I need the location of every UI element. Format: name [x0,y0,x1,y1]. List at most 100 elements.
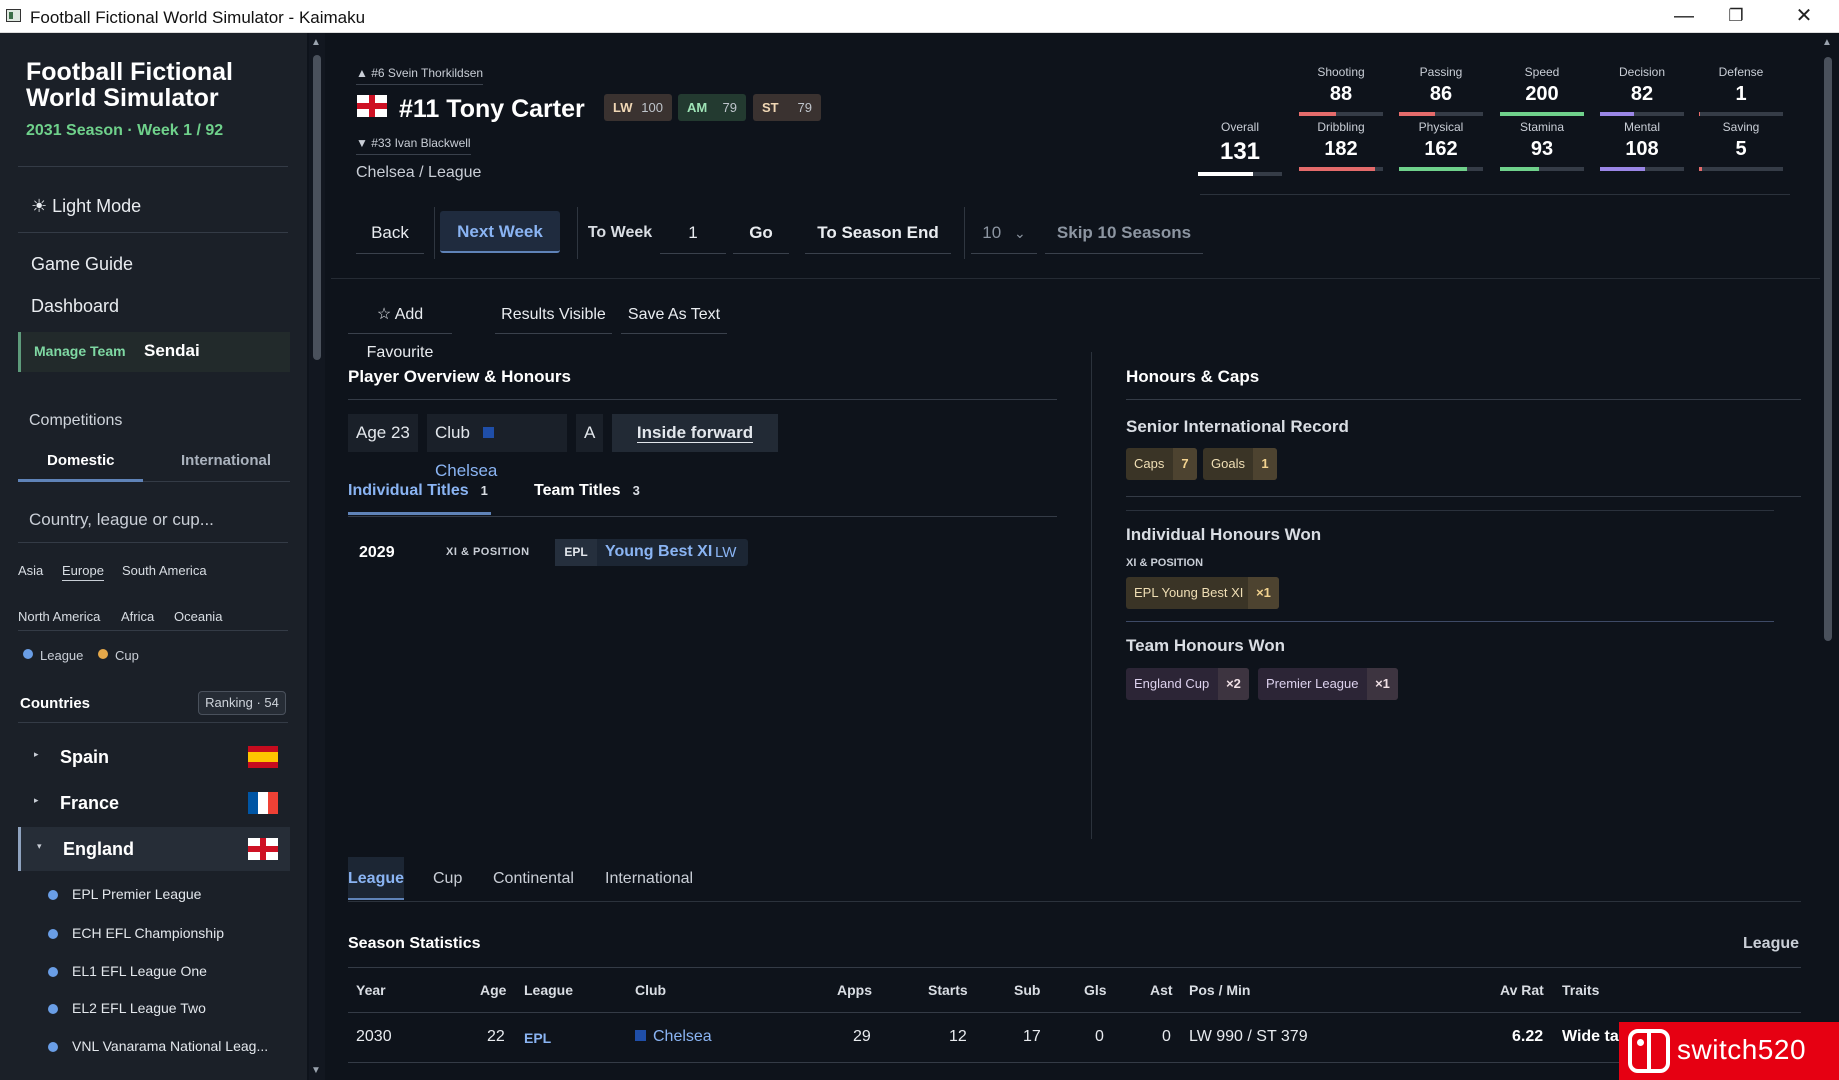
cup-dot-icon [98,649,108,659]
stat-value: 82 [1630,83,1654,105]
country-france[interactable]: ▸ France [18,781,290,825]
col-starts[interactable]: Starts [928,982,968,998]
tab-league[interactable]: League [348,857,404,900]
col-apps[interactable]: Apps [837,982,872,998]
close-icon[interactable]: ✕ [1774,0,1834,32]
app-icon [6,9,21,22]
stat-bar-fill [1699,112,1700,116]
scroll-down-icon[interactable]: ▼ [311,1065,321,1076]
cell-goals: 0 [1095,1028,1104,1045]
nav-dashboard[interactable]: Dashboard [31,296,119,317]
tab-domestic[interactable]: Domestic [47,452,115,469]
title-badge[interactable]: EPL Young Best XI LW [555,539,748,566]
tab-team-titles[interactable]: Team Titles 3 [534,482,640,500]
stat-label: Speed [1524,65,1560,79]
col-goals[interactable]: Gls [1084,982,1107,998]
skip-seasons-button[interactable]: Skip 10 Seasons [1045,212,1203,254]
previous-player-link[interactable]: ▲ #6 Svein Thorkildsen [356,66,484,85]
col-avg-rating[interactable]: Av Rat [1500,982,1544,998]
light-mode-toggle[interactable]: ☀ Light Mode [31,196,141,217]
region-south-america[interactable]: South America [122,563,207,578]
go-button[interactable]: Go [733,212,789,254]
cell-starts: 12 [949,1028,967,1045]
col-league[interactable]: League [524,982,573,998]
country-name: Spain [60,747,110,767]
results-visible-toggle[interactable]: Results Visible [495,296,612,334]
save-as-text-button[interactable]: Save As Text [621,296,727,334]
divider [18,166,288,167]
stat-speed: Speed 200 [1499,65,1585,116]
col-year[interactable]: Year [356,982,386,998]
col-traits[interactable]: Traits [1562,982,1599,998]
tab-individual-titles[interactable]: Individual Titles 1 [348,482,488,500]
stat-bar [1500,112,1584,116]
england-flag-icon [357,95,387,117]
manage-team-item[interactable]: Manage Team Sendai [18,332,290,372]
team-honours-heading: Team Honours Won [1126,636,1285,655]
region-oceania[interactable]: Oceania [174,609,222,624]
col-pos-min[interactable]: Pos / Min [1189,982,1250,998]
season-label: 2031 Season · Week 1 / 92 [26,122,224,139]
sidebar-scrollbar[interactable]: ▲ ▼ [309,33,325,1080]
divider [18,542,288,543]
scroll-thumb[interactable] [313,55,321,360]
stat-bar [1299,112,1383,116]
stat-stamina: Stamina 93 [1499,120,1585,171]
divider [1126,496,1801,497]
back-button[interactable]: Back [356,212,424,254]
tab-international[interactable]: International [605,857,693,900]
to-season-end-button[interactable]: To Season End [805,212,951,254]
week-input[interactable]: 1 [660,212,726,254]
divider [1200,194,1790,195]
scroll-thumb[interactable] [1824,57,1832,641]
region-europe[interactable]: Europe [62,563,104,581]
tab-continental[interactable]: Continental [493,857,574,900]
scroll-up-icon[interactable]: ▲ [311,37,321,48]
region-asia[interactable]: Asia [18,563,43,578]
cell-club[interactable]: Chelsea [635,1028,712,1046]
tab-international[interactable]: International [181,452,271,469]
cell-league[interactable]: EPL [524,1030,551,1046]
stat-bar [1299,167,1383,171]
app-title: Football Fictional World Simulator [26,58,233,112]
cell-year: 2030 [356,1028,392,1045]
country-england[interactable]: ▾ England [18,827,290,871]
active-tab-indicator [348,512,491,515]
next-player-link[interactable]: ▼ #33 Ivan Blackwell [356,136,471,155]
sidebar [0,33,307,1080]
maximize-icon[interactable]: ❐ [1706,0,1766,32]
stat-value: 108 [1625,138,1659,160]
col-club[interactable]: Club [635,982,666,998]
managed-team-name: Sendai [144,341,200,360]
col-age[interactable]: Age [480,982,506,998]
col-sub[interactable]: Sub [1014,982,1040,998]
cell-assists: 0 [1162,1028,1171,1045]
stat-value: 5 [1735,138,1747,160]
region-africa[interactable]: Africa [121,609,154,624]
region-north-america[interactable]: North America [18,609,100,624]
divider [18,630,288,631]
main-scrollbar[interactable]: ▲ [1820,33,1836,1080]
country-spain[interactable]: ▸ Spain [18,735,290,779]
tab-cup[interactable]: Cup [433,857,462,900]
stat-bar-fill [1500,167,1540,171]
expand-icon: ▸ [34,749,39,759]
england-flag-icon [248,838,278,860]
club-chip[interactable]: Club Chelsea [427,414,567,480]
scroll-up-icon[interactable]: ▲ [1822,37,1832,48]
next-week-button[interactable]: Next Week [440,211,560,253]
add-favourite-button[interactable]: ☆ Add Favourite [348,296,452,361]
stat-bar-fill [1299,167,1376,171]
competition-search-input[interactable]: Country, league or cup... [29,510,214,530]
minimize-icon[interactable]: — [1654,0,1714,32]
goals-badge: Goals 1 [1203,448,1277,480]
nav-game-guide[interactable]: Game Guide [31,254,133,275]
stat-physical: Physical 162 [1398,120,1484,171]
role-chip: Inside forward [612,414,778,452]
divider [348,516,1057,517]
overview-heading: Player Overview & Honours [348,367,571,386]
col-assists[interactable]: Ast [1150,982,1173,998]
skip-count-select[interactable]: 10 ⌄ [971,212,1037,254]
stat-decision: Decision 82 [1599,65,1685,116]
divider [331,278,1820,279]
